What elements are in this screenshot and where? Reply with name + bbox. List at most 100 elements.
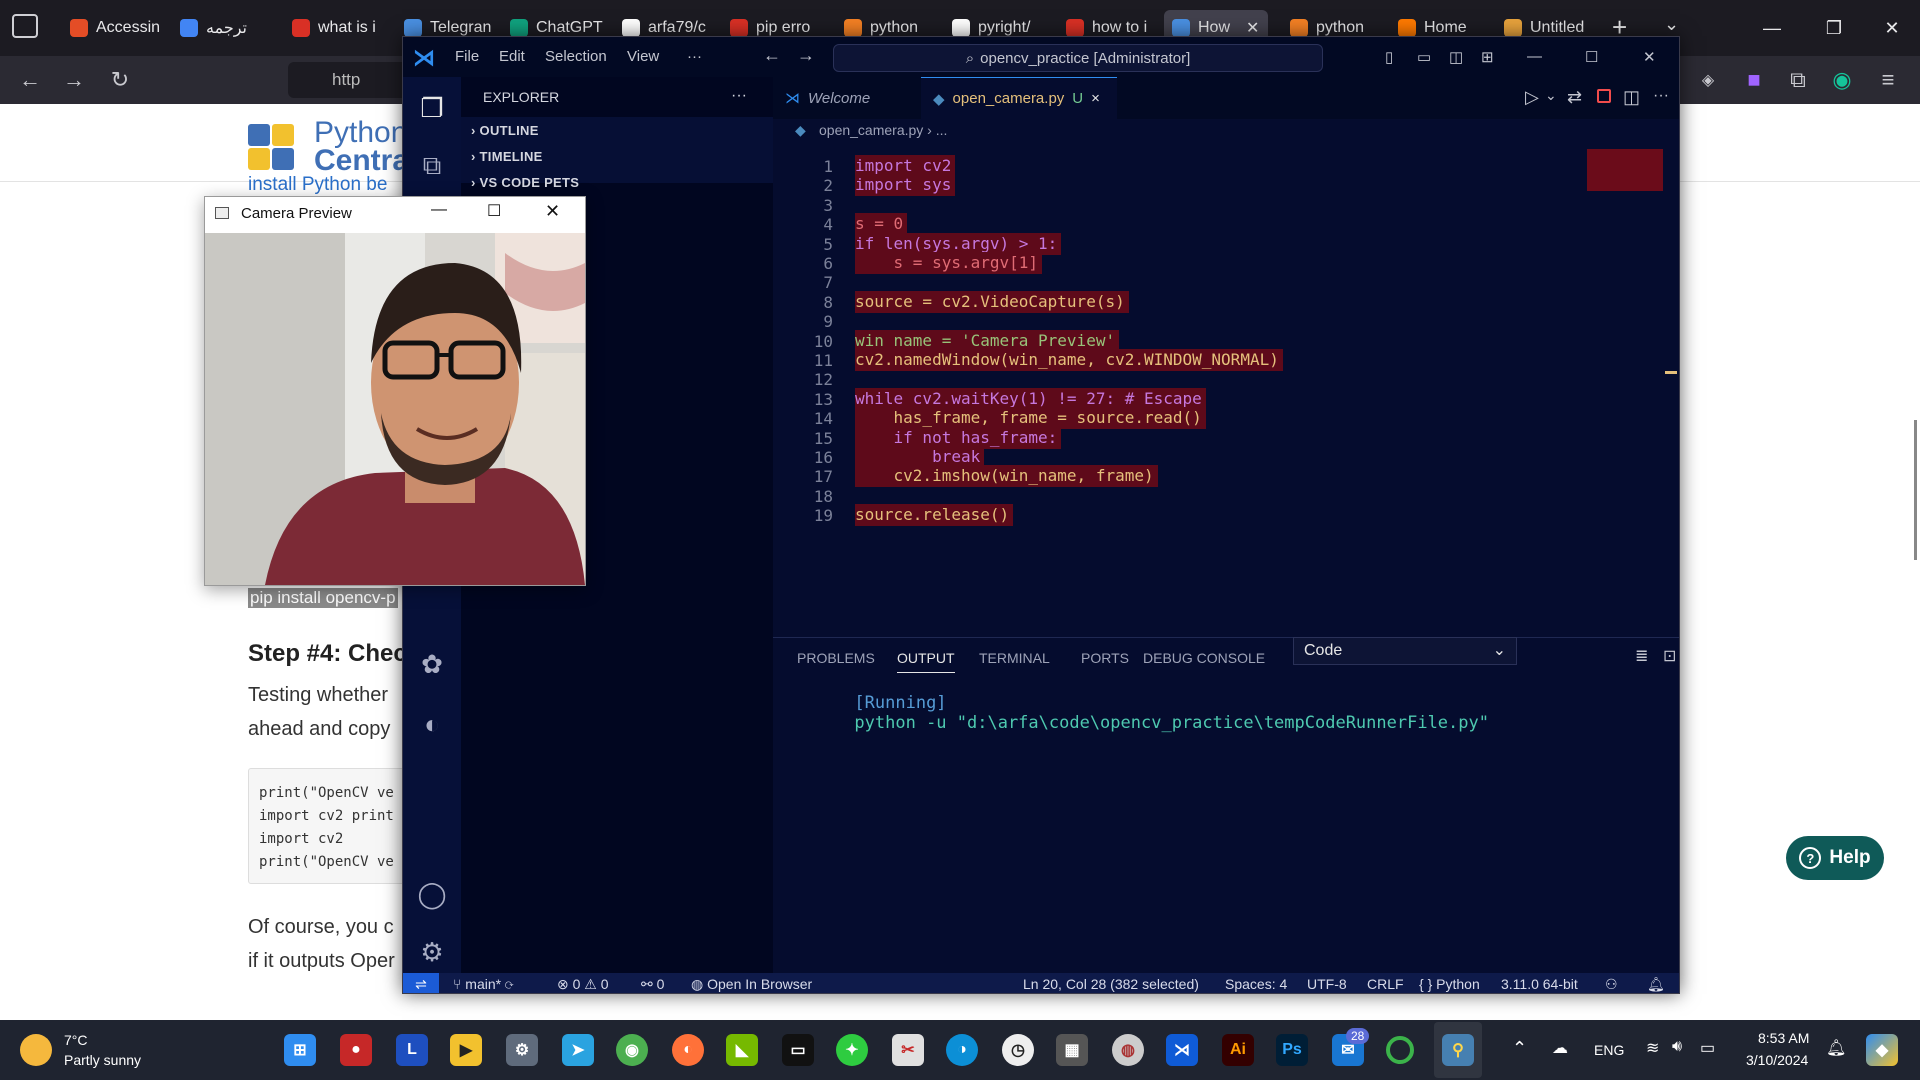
tab-overflow-chevron-icon[interactable]: ⌄ [1664,14,1679,35]
notifications-bell-icon[interactable]: 🔔︎ [1647,976,1665,993]
tab-close-icon[interactable]: ✕ [1246,18,1259,38]
run-icon[interactable]: ▷ [1525,87,1539,108]
chatgpt-icon[interactable]: ✿ [415,647,449,681]
install-link[interactable]: install Python be [248,174,387,196]
output-channel-select[interactable]: Code ⌄ [1293,637,1517,665]
scrollbar-thumb[interactable] [1914,420,1917,560]
weather-desc[interactable]: Partly sunny [64,1052,141,1068]
customize-layout-icon[interactable]: ⊞ [1481,48,1494,66]
tab-open-camera[interactable]: ◆ open_camera.py U × [921,77,1117,119]
green-app-icon[interactable]: ✦ [836,1034,868,1066]
illustrator-icon[interactable]: Ai [1222,1034,1254,1066]
clock-time[interactable]: 8:53 AM [1758,1030,1809,1046]
chrome-icon[interactable]: ◉ [616,1034,648,1066]
extension-icon[interactable]: ◈ [1692,64,1724,96]
calculator-icon[interactable]: ▦ [1056,1034,1088,1066]
language-mode[interactable]: { } Python [1419,976,1480,992]
panel-tab-debug-console[interactable]: DEBUG CONSOLE [1143,650,1265,666]
toggle-sidebar-icon[interactable]: ▯ [1385,48,1393,66]
toggle-panel-icon[interactable]: ▭ [1417,48,1431,66]
minimize-icon[interactable]: — [431,201,447,219]
reload-icon[interactable]: ↻ [104,64,136,96]
telegram-icon[interactable]: ➤ [562,1034,594,1066]
start-windows-icon[interactable]: ⊞ [284,1034,316,1066]
menu-more[interactable]: ··· [687,48,702,65]
remote-icon[interactable]: ⇌ [403,973,439,993]
account-icon[interactable]: ◯ [415,877,449,911]
weather-icon[interactable] [20,1034,52,1066]
maximize-icon[interactable]: ☐ [487,201,501,221]
compare-icon[interactable]: ⇄ [1567,87,1582,108]
cursor-position[interactable]: Ln 20, Col 28 (382 selected) [1023,976,1199,992]
wifi-icon[interactable]: ≋ [1646,1038,1659,1058]
panel-tab-output[interactable]: OUTPUT [897,650,955,673]
player-icon[interactable]: ▶ [450,1034,482,1066]
clear-output-icon[interactable]: ≣ [1635,646,1648,666]
command-center[interactable]: ⌕ opencv_practice [Administrator] [833,44,1323,72]
open-in-browser[interactable]: ◍ Open In Browser [691,976,812,993]
clock-app-icon[interactable]: ◷ [1002,1034,1034,1066]
terminal-icon[interactable]: ▭ [782,1034,814,1066]
maximize-icon[interactable]: ☐ [1585,48,1598,66]
nav-forward-icon[interactable]: → [797,45,815,66]
section-outline[interactable]: › OUTLINE [471,123,539,138]
tab-close-icon[interactable]: × [1091,90,1100,107]
panel-tab-terminal[interactable]: TERMINAL [979,650,1050,666]
photoshop-icon[interactable]: Ps [1276,1034,1308,1066]
breadcrumb-text[interactable]: open_camera.py › ... [819,122,947,138]
browser-tab[interactable]: Accessin [62,10,164,46]
app-icon[interactable]: ◍ [1112,1034,1144,1066]
menu-icon[interactable]: ≡ [1872,64,1904,96]
minimap[interactable] [1587,149,1663,191]
tab-list-icon[interactable] [12,14,38,38]
settings-gear-icon[interactable]: ⚙ [506,1034,538,1066]
url-bar[interactable]: http [288,62,408,98]
split-editor-icon[interactable]: ◫ [1623,87,1640,108]
nvidia-icon[interactable]: ◣ [726,1034,758,1066]
explorer-more-icon[interactable]: ··· [731,87,747,105]
editor-more-icon[interactable]: ··· [1653,87,1669,105]
indentation[interactable]: Spaces: 4 [1225,976,1287,992]
encoding[interactable]: UTF-8 [1307,976,1347,992]
menu-view[interactable]: View [627,48,659,65]
extension-badge-icon[interactable]: ■ [1738,64,1770,96]
menu-file[interactable]: File [455,48,479,65]
battery-icon[interactable]: ▭ [1700,1038,1715,1058]
close-icon[interactable]: ✕ [545,201,560,222]
panel-tab-ports[interactable]: PORTS [1081,650,1129,666]
help-button[interactable]: ? Help [1786,836,1884,880]
panel-tab-problems[interactable]: PROBLEMS [797,650,875,666]
onedrive-icon[interactable]: ☁ [1552,1038,1568,1058]
close-icon[interactable]: ✕ [1643,48,1656,66]
ports-status[interactable]: ⚯ 0 [641,976,664,993]
interpreter[interactable]: 3.11.0 64-bit [1501,976,1578,992]
copilot-icon[interactable]: ◆ [1866,1034,1898,1066]
maximize-icon[interactable]: ❐ [1816,10,1852,46]
tab-welcome[interactable]: ⋊ Welcome [773,77,921,119]
explorer-files-icon[interactable]: ⧉ [415,149,449,183]
volume-icon[interactable]: 🔊︎ [1672,1038,1682,1056]
toggle-secondary-sidebar-icon[interactable]: ◫ [1449,48,1463,66]
back-arrow-icon[interactable]: ← [14,64,46,96]
menu-selection[interactable]: Selection [545,48,607,65]
tray-overflow-icon[interactable]: ⌃ [1512,1038,1527,1059]
minimize-icon[interactable]: — [1754,10,1790,46]
l-app-icon[interactable]: L [396,1034,428,1066]
branch-status[interactable]: ⑂ main* ⟳ [453,976,513,992]
section-pets[interactable]: › VS CODE PETS [471,175,579,190]
language-indicator[interactable]: ENG [1594,1042,1624,1058]
grammarly-icon[interactable]: ◉ [1826,64,1858,96]
loading-app-icon[interactable] [1386,1036,1414,1064]
clock-date[interactable]: 3/10/2024 [1746,1052,1808,1068]
browser-tab[interactable]: what is i [284,10,386,46]
edge-icon[interactable]: ◐ [415,707,449,741]
lock-scroll-icon[interactable]: ⊡ [1663,646,1676,666]
stop-icon[interactable] [1597,89,1611,103]
weather-temp[interactable]: 7°C [64,1032,88,1048]
browser-tab[interactable]: ترجمه [172,10,274,46]
section-timeline[interactable]: › TIMELINE [471,149,543,164]
problems-status[interactable]: ⊗ 0 ⚠ 0 [557,976,609,993]
menu-edit[interactable]: Edit [499,48,525,65]
minimize-icon[interactable]: — [1527,48,1542,65]
notifications-bell-icon[interactable]: 🔔︎ [1826,1038,1846,1058]
